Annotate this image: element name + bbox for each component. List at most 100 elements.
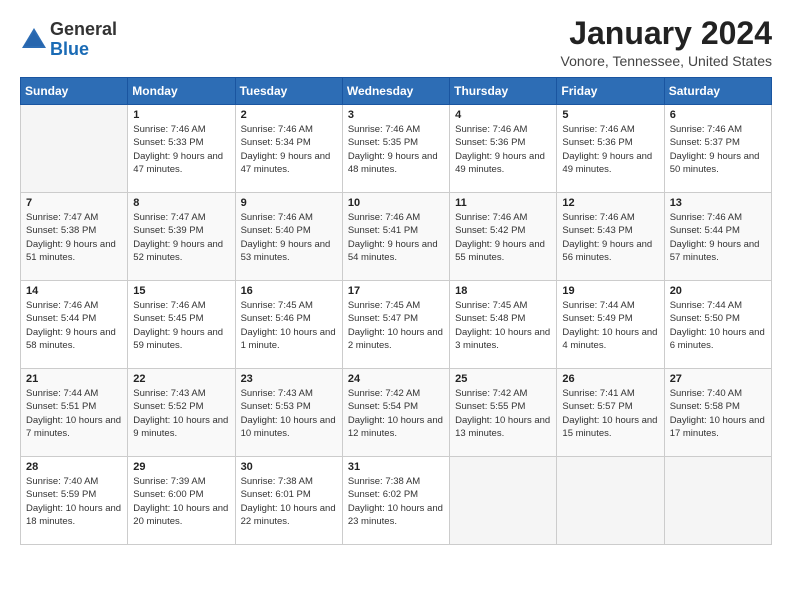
day-number: 7 [26,197,122,209]
location: Vonore, Tennessee, United States [561,53,772,69]
day-cell: 23 Sunrise: 7:43 AMSunset: 5:53 PMDayligh… [235,369,342,457]
day-info: Sunrise: 7:46 AMSunset: 5:40 PMDaylight:… [241,211,337,264]
day-info: Sunrise: 7:38 AMSunset: 6:01 PMDaylight:… [241,475,337,528]
month-year: January 2024 [561,16,772,51]
day-number: 21 [26,373,122,385]
day-cell: 18 Sunrise: 7:45 AMSunset: 5:48 PMDayligh… [450,281,557,369]
day-cell [21,105,128,193]
day-cell: 21 Sunrise: 7:44 AMSunset: 5:51 PMDayligh… [21,369,128,457]
day-info: Sunrise: 7:46 AMSunset: 5:35 PMDaylight:… [348,123,444,176]
day-number: 11 [455,197,551,209]
day-number: 6 [670,109,766,121]
day-number: 13 [670,197,766,209]
day-cell: 3 Sunrise: 7:46 AMSunset: 5:35 PMDaylight… [342,105,449,193]
day-number: 15 [133,285,229,297]
day-number: 23 [241,373,337,385]
day-number: 10 [348,197,444,209]
col-header-saturday: Saturday [664,78,771,105]
day-cell [664,457,771,545]
day-info: Sunrise: 7:46 AMSunset: 5:44 PMDaylight:… [26,299,122,352]
day-cell: 11 Sunrise: 7:46 AMSunset: 5:42 PMDayligh… [450,193,557,281]
logo-general: General [50,19,117,39]
col-header-tuesday: Tuesday [235,78,342,105]
day-info: Sunrise: 7:43 AMSunset: 5:53 PMDaylight:… [241,387,337,440]
week-row-4: 21 Sunrise: 7:44 AMSunset: 5:51 PMDayligh… [21,369,772,457]
day-number: 30 [241,461,337,473]
day-cell: 20 Sunrise: 7:44 AMSunset: 5:50 PMDayligh… [664,281,771,369]
day-number: 3 [348,109,444,121]
day-number: 31 [348,461,444,473]
day-info: Sunrise: 7:44 AMSunset: 5:51 PMDaylight:… [26,387,122,440]
col-header-friday: Friday [557,78,664,105]
day-number: 17 [348,285,444,297]
day-info: Sunrise: 7:43 AMSunset: 5:52 PMDaylight:… [133,387,229,440]
day-cell: 14 Sunrise: 7:46 AMSunset: 5:44 PMDayligh… [21,281,128,369]
day-cell: 30 Sunrise: 7:38 AMSunset: 6:01 PMDayligh… [235,457,342,545]
day-info: Sunrise: 7:45 AMSunset: 5:46 PMDaylight:… [241,299,337,352]
logo-blue: Blue [50,39,89,59]
day-cell: 24Sunrise: 7:42 AMSunset: 5:54 PMDayligh… [342,369,449,457]
day-number: 14 [26,285,122,297]
day-info: Sunrise: 7:46 AMSunset: 5:41 PMDaylight:… [348,211,444,264]
week-row-2: 7 Sunrise: 7:47 AMSunset: 5:38 PMDaylight… [21,193,772,281]
day-number: 5 [562,109,658,121]
day-number: 18 [455,285,551,297]
day-info: Sunrise: 7:47 AMSunset: 5:39 PMDaylight:… [133,211,229,264]
day-number: 9 [241,197,337,209]
day-number: 20 [670,285,766,297]
day-cell: 28 Sunrise: 7:40 AMSunset: 5:59 PMDayligh… [21,457,128,545]
day-cell [557,457,664,545]
day-info: Sunrise: 7:45 AMSunset: 5:48 PMDaylight:… [455,299,551,352]
day-cell: 6 Sunrise: 7:46 AMSunset: 5:37 PMDaylight… [664,105,771,193]
day-number: 26 [562,373,658,385]
day-info: Sunrise: 7:46 AMSunset: 5:37 PMDaylight:… [670,123,766,176]
logo: General Blue [20,20,117,60]
day-number: 27 [670,373,766,385]
day-cell: 5 Sunrise: 7:46 AMSunset: 5:36 PMDaylight… [557,105,664,193]
day-cell: 29Sunrise: 7:39 AMSunset: 6:00 PMDayligh… [128,457,235,545]
col-header-wednesday: Wednesday [342,78,449,105]
col-header-monday: Monday [128,78,235,105]
day-number: 29 [133,461,229,473]
day-cell: 10 Sunrise: 7:46 AMSunset: 5:41 PMDayligh… [342,193,449,281]
day-info: Sunrise: 7:38 AMSunset: 6:02 PMDaylight:… [348,475,444,528]
day-info: Sunrise: 7:40 AMSunset: 5:59 PMDaylight:… [26,475,122,528]
day-cell: 22Sunrise: 7:43 AMSunset: 5:52 PMDayligh… [128,369,235,457]
day-number: 4 [455,109,551,121]
day-info: Sunrise: 7:46 AMSunset: 5:45 PMDaylight:… [133,299,229,352]
day-number: 16 [241,285,337,297]
logo-icon [20,26,48,54]
day-cell: 2Sunrise: 7:46 AMSunset: 5:34 PMDaylight… [235,105,342,193]
day-number: 12 [562,197,658,209]
week-row-1: 1Sunrise: 7:46 AMSunset: 5:33 PMDaylight… [21,105,772,193]
day-info: Sunrise: 7:41 AMSunset: 5:57 PMDaylight:… [562,387,658,440]
col-header-sunday: Sunday [21,78,128,105]
day-info: Sunrise: 7:44 AMSunset: 5:49 PMDaylight:… [562,299,658,352]
day-info: Sunrise: 7:44 AMSunset: 5:50 PMDaylight:… [670,299,766,352]
day-info: Sunrise: 7:45 AMSunset: 5:47 PMDaylight:… [348,299,444,352]
day-cell: 27 Sunrise: 7:40 AMSunset: 5:58 PMDayligh… [664,369,771,457]
day-cell: 8 Sunrise: 7:47 AMSunset: 5:39 PMDaylight… [128,193,235,281]
day-cell: 12Sunrise: 7:46 AMSunset: 5:43 PMDayligh… [557,193,664,281]
day-info: Sunrise: 7:40 AMSunset: 5:58 PMDaylight:… [670,387,766,440]
day-number: 8 [133,197,229,209]
day-info: Sunrise: 7:42 AMSunset: 5:54 PMDaylight:… [348,387,444,440]
day-number: 28 [26,461,122,473]
day-number: 2 [241,109,337,121]
col-header-thursday: Thursday [450,78,557,105]
day-cell: 7 Sunrise: 7:47 AMSunset: 5:38 PMDaylight… [21,193,128,281]
day-cell: 4Sunrise: 7:46 AMSunset: 5:36 PMDaylight… [450,105,557,193]
day-cell: 16 Sunrise: 7:45 AMSunset: 5:46 PMDayligh… [235,281,342,369]
header-row: SundayMondayTuesdayWednesdayThursdayFrid… [21,78,772,105]
day-number: 25 [455,373,551,385]
logo-text: General Blue [50,20,117,60]
day-cell: 31 Sunrise: 7:38 AMSunset: 6:02 PMDayligh… [342,457,449,545]
title-block: January 2024 Vonore, Tennessee, United S… [561,16,772,69]
day-info: Sunrise: 7:46 AMSunset: 5:33 PMDaylight:… [133,123,229,176]
day-info: Sunrise: 7:42 AMSunset: 5:55 PMDaylight:… [455,387,551,440]
day-info: Sunrise: 7:47 AMSunset: 5:38 PMDaylight:… [26,211,122,264]
header: General Blue January 2024 Vonore, Tennes… [20,16,772,69]
day-info: Sunrise: 7:46 AMSunset: 5:36 PMDaylight:… [562,123,658,176]
day-cell: 19Sunrise: 7:44 AMSunset: 5:49 PMDayligh… [557,281,664,369]
day-info: Sunrise: 7:46 AMSunset: 5:42 PMDaylight:… [455,211,551,264]
